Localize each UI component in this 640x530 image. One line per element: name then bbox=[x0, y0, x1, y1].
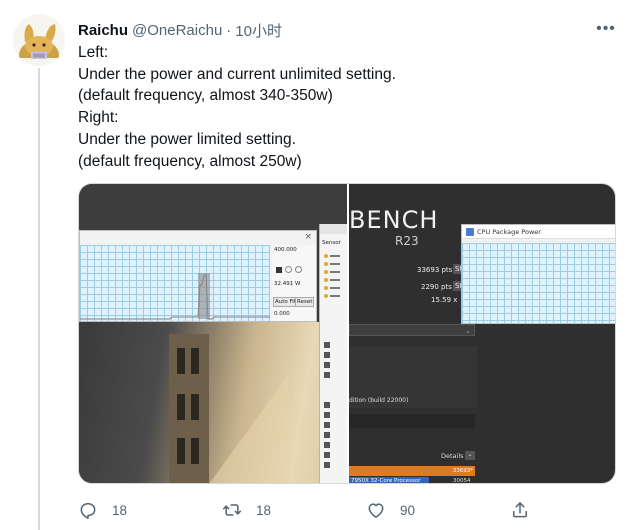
avatar[interactable] bbox=[13, 14, 65, 66]
chevron-down-icon: ⌄ bbox=[465, 328, 471, 335]
sensor-panel[interactable]: Sensor bbox=[319, 224, 347, 483]
tweet-header: Raichu @OneRaichu · 10小时 bbox=[78, 20, 282, 40]
share-icon bbox=[513, 502, 527, 518]
like-count: 90 bbox=[400, 502, 416, 518]
power-line-chart bbox=[80, 273, 270, 320]
cpu-power-window[interactable]: CPU Package Power bbox=[461, 224, 615, 324]
dropdown-select[interactable]: ⌄ bbox=[349, 324, 475, 336]
graph-close-button[interactable]: × bbox=[304, 232, 312, 242]
legend-swatch-icon bbox=[276, 267, 282, 273]
tweet-line: Left: bbox=[78, 44, 109, 61]
rank-bar-other: 7950X 32-Core Processor bbox=[349, 477, 429, 484]
reset-button[interactable]: Reset bbox=[295, 297, 315, 307]
rank-value-other: 30054 bbox=[453, 478, 471, 484]
retweet-button[interactable]: 18 bbox=[222, 498, 271, 522]
graph-side-panel: 400.000 32.491 W Auto Fit Reset 0.000 bbox=[272, 245, 316, 321]
graph-min-value: 0.000 bbox=[274, 311, 290, 317]
tweet-line: Under the power limited setting. bbox=[78, 130, 296, 148]
media-image-left[interactable]: × 400.000 32.491 W Auto Fit Reset 0.000 bbox=[79, 184, 347, 483]
rank-value-own: 33693* bbox=[452, 468, 473, 474]
tweet-media[interactable]: × 400.000 32.491 W Auto Fit Reset 0.000 bbox=[78, 183, 616, 484]
more-options-icon[interactable]: ••• bbox=[594, 20, 618, 38]
heart-icon bbox=[368, 503, 384, 518]
score-multi: 33693 pts bbox=[417, 266, 453, 274]
thread-line bbox=[38, 68, 40, 530]
mp-ratio: 15.59 x bbox=[431, 296, 458, 304]
build-text: dition (build 22000) bbox=[349, 397, 409, 404]
tweet-line: (default frequency, almost 250w) bbox=[78, 152, 302, 170]
cpu-power-titlebar: CPU Package Power bbox=[462, 225, 615, 239]
desktop-top bbox=[79, 184, 347, 230]
tweet-line: Under the power and current unlimited se… bbox=[78, 65, 396, 83]
details-label[interactable]: Details bbox=[441, 452, 464, 460]
rank-label-other: 7950X 32-Core Processor bbox=[351, 478, 421, 484]
cinebench-version: R23 bbox=[395, 234, 419, 248]
reply-button[interactable]: 18 bbox=[78, 498, 127, 522]
graph-window[interactable]: × 400.000 32.491 W Auto Fit Reset 0.000 bbox=[79, 230, 317, 322]
tweet-text: Left: Under the power and current unlimi… bbox=[78, 42, 618, 172]
media-image-right[interactable]: BENCH R23 33693 pts St 2290 pts St 15.59… bbox=[349, 184, 615, 484]
cpu-power-plot bbox=[462, 243, 615, 323]
rank-bar-own: 33693* bbox=[349, 466, 475, 476]
info-bar bbox=[349, 414, 475, 428]
retweet-icon bbox=[222, 504, 242, 516]
score-single: 2290 pts bbox=[421, 283, 452, 291]
tweet-line: (default frequency, almost 340-350w) bbox=[78, 87, 333, 105]
cpu-power-title: CPU Package Power bbox=[477, 228, 541, 236]
retweet-count: 18 bbox=[256, 502, 272, 518]
share-button[interactable] bbox=[510, 498, 530, 522]
cinebench-title: BENCH bbox=[349, 206, 439, 234]
graph-plot bbox=[80, 245, 270, 321]
author-name[interactable]: Raichu bbox=[78, 22, 128, 39]
tweet-time[interactable]: 10小时 bbox=[235, 20, 282, 41]
tweet-line: Right: bbox=[78, 109, 119, 127]
sensor-header: Sensor bbox=[322, 240, 341, 246]
details-chevron-icon[interactable]: ⌄ bbox=[465, 451, 475, 460]
building-icon bbox=[169, 334, 289, 483]
radio-icon[interactable] bbox=[285, 266, 292, 273]
reply-count: 18 bbox=[112, 502, 128, 518]
graph-current-value: 32.491 W bbox=[274, 281, 301, 287]
reply-icon bbox=[80, 503, 96, 519]
radio-icon[interactable] bbox=[295, 266, 302, 273]
sensor-tree-icon bbox=[324, 254, 340, 468]
window-app-icon bbox=[466, 228, 474, 236]
sensor-titlebar bbox=[320, 224, 347, 234]
tweet: Raichu @OneRaichu · 10小时 ••• Left: Under… bbox=[0, 0, 640, 530]
raichu-avatar-icon bbox=[13, 14, 65, 66]
tweet-actions: 18 18 90 bbox=[78, 498, 618, 522]
graph-max-value: 400.000 bbox=[274, 247, 297, 253]
like-button[interactable]: 90 bbox=[366, 498, 415, 522]
author-handle[interactable]: @OneRaichu bbox=[132, 22, 222, 39]
separator-dot: · bbox=[226, 21, 232, 39]
